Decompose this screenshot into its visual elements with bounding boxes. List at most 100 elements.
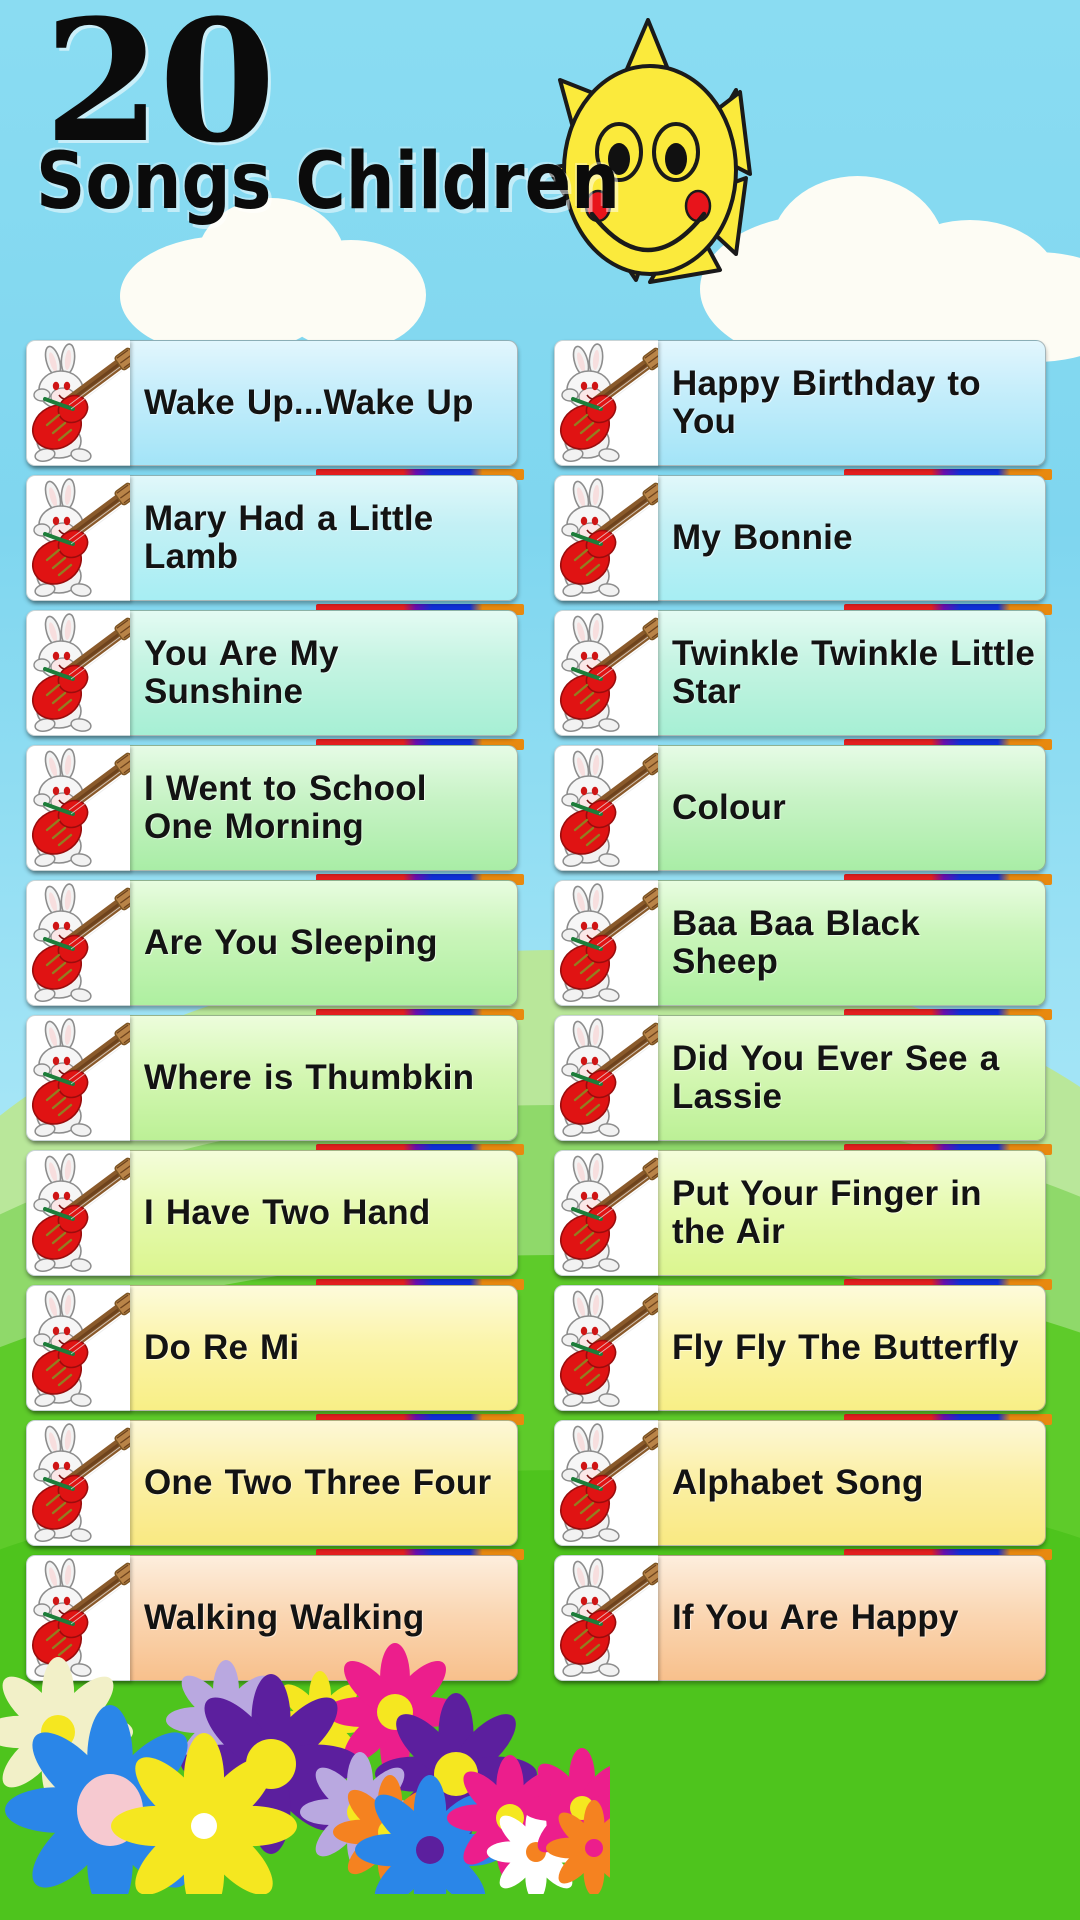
song-title: I Went to School One Morning [144, 768, 427, 846]
song-row: If You Are Happy [554, 1555, 1046, 1688]
song-title: Twinkle Twinkle Little Star [672, 633, 1035, 711]
song-thumbnail [26, 745, 130, 871]
song-row: Are You Sleeping [26, 880, 524, 1020]
song-thumbnail [554, 340, 658, 466]
cloud-icon [276, 240, 426, 350]
song-card-14[interactable]: Colour [554, 745, 1046, 871]
bunny-with-guitar-icon [560, 478, 658, 597]
bunny-with-guitar-icon [32, 613, 130, 732]
song-label[interactable]: Happy Birthday to You [658, 340, 1046, 466]
song-card-18[interactable]: Fly Fly The Butterfly [554, 1285, 1046, 1411]
title-words: Songs Children [36, 137, 621, 228]
song-row: Twinkle Twinkle Little Star [554, 610, 1052, 750]
song-title: Mary Had a Little Lamb [144, 498, 434, 576]
song-label[interactable]: Alphabet Song [658, 1420, 1046, 1546]
song-thumbnail [554, 610, 658, 736]
song-card-13[interactable]: Twinkle Twinkle Little Star [554, 610, 1046, 736]
title-number: 20 [44, 0, 276, 180]
song-label[interactable]: I Went to School One Morning [130, 745, 518, 871]
song-row: Wake Up...Wake Up [26, 340, 524, 480]
song-card-3[interactable]: You Are My Sunshine [26, 610, 518, 736]
song-title: My Bonnie [672, 517, 853, 557]
song-thumbnail [554, 880, 658, 1006]
song-title: You Are My Sunshine [144, 633, 339, 711]
song-card-17[interactable]: Put Your Finger in the Air [554, 1150, 1046, 1276]
page-title: 20 Songs Children [36, 0, 621, 228]
song-title: Fly Fly The Butterfly [672, 1327, 1019, 1367]
app-root: 20 Songs Children Wake Up...Wake Up Mary… [0, 0, 1080, 1920]
song-row: My Bonnie [554, 475, 1052, 615]
song-thumbnail [26, 880, 130, 1006]
song-label[interactable]: Put Your Finger in the Air [658, 1150, 1046, 1276]
song-card-1[interactable]: Wake Up...Wake Up [26, 340, 518, 466]
song-row: Colour [554, 745, 1052, 885]
song-card-9[interactable]: One Two Three Four [26, 1420, 518, 1546]
song-row: Where is Thumbkin [26, 1015, 524, 1155]
bunny-with-guitar-icon [32, 1153, 130, 1272]
song-label[interactable]: Do Re Mi [130, 1285, 518, 1411]
bunny-with-guitar-icon [560, 343, 658, 462]
flower-cluster-decoration [0, 1643, 610, 1894]
song-thumbnail [554, 1285, 658, 1411]
song-thumbnail [26, 1015, 130, 1141]
song-label[interactable]: Where is Thumbkin [130, 1015, 518, 1141]
song-title: Are You Sleeping [144, 922, 438, 962]
bunny-with-guitar-icon [560, 1423, 658, 1542]
song-label[interactable]: Wake Up...Wake Up [130, 340, 518, 466]
song-row: I Went to School One Morning [26, 745, 524, 885]
song-card-15[interactable]: Baa Baa Black Sheep [554, 880, 1046, 1006]
song-thumbnail [554, 1015, 658, 1141]
song-row: Happy Birthday to You [554, 340, 1052, 480]
song-label[interactable]: Twinkle Twinkle Little Star [658, 610, 1046, 736]
song-row: Fly Fly The Butterfly [554, 1285, 1052, 1425]
bunny-with-guitar-icon [560, 1153, 658, 1272]
song-card-2[interactable]: Mary Had a Little Lamb [26, 475, 518, 601]
song-card-12[interactable]: My Bonnie [554, 475, 1046, 601]
song-label[interactable]: If You Are Happy [658, 1555, 1046, 1681]
song-title: Wake Up...Wake Up [144, 382, 474, 422]
song-card-6[interactable]: Where is Thumbkin [26, 1015, 518, 1141]
song-thumbnail [26, 340, 130, 466]
bunny-with-guitar-icon [560, 883, 658, 1002]
song-row: Did You Ever See a Lassie [554, 1015, 1052, 1155]
song-row: You Are My Sunshine [26, 610, 524, 750]
song-card-19[interactable]: Alphabet Song [554, 1420, 1046, 1546]
song-title: Baa Baa Black Sheep [672, 903, 920, 981]
song-row: Baa Baa Black Sheep [554, 880, 1052, 1020]
song-card-20[interactable]: If You Are Happy [554, 1555, 1046, 1681]
song-row: Do Re Mi [26, 1285, 524, 1425]
bunny-with-guitar-icon [560, 1288, 658, 1407]
bunny-with-guitar-icon [32, 883, 130, 1002]
bunny-with-guitar-icon [32, 1288, 130, 1407]
song-card-16[interactable]: Did You Ever See a Lassie [554, 1015, 1046, 1141]
song-thumbnail [26, 1150, 130, 1276]
bunny-with-guitar-icon [560, 613, 658, 732]
song-card-11[interactable]: Happy Birthday to You [554, 340, 1046, 466]
song-title: Where is Thumbkin [144, 1057, 475, 1097]
song-label[interactable]: I Have Two Hand [130, 1150, 518, 1276]
song-label[interactable]: Are You Sleeping [130, 880, 518, 1006]
song-title: Do Re Mi [144, 1327, 300, 1367]
song-thumbnail [26, 1285, 130, 1411]
song-label[interactable]: Colour [658, 745, 1046, 871]
song-title: I Have Two Hand [144, 1192, 431, 1232]
song-row: Put Your Finger in the Air [554, 1150, 1052, 1290]
song-label[interactable]: Mary Had a Little Lamb [130, 475, 518, 601]
song-label[interactable]: One Two Three Four [130, 1420, 518, 1546]
song-title: Alphabet Song [672, 1462, 924, 1502]
song-card-7[interactable]: I Have Two Hand [26, 1150, 518, 1276]
song-card-4[interactable]: I Went to School One Morning [26, 745, 518, 871]
song-label[interactable]: My Bonnie [658, 475, 1046, 601]
song-label[interactable]: Baa Baa Black Sheep [658, 880, 1046, 1006]
song-label[interactable]: You Are My Sunshine [130, 610, 518, 736]
song-label[interactable]: Did You Ever See a Lassie [658, 1015, 1046, 1141]
song-column-left: Wake Up...Wake Up Mary Had a Little Lamb… [26, 340, 524, 1688]
song-thumbnail [26, 610, 130, 736]
song-card-5[interactable]: Are You Sleeping [26, 880, 518, 1006]
song-thumbnail [554, 745, 658, 871]
song-card-8[interactable]: Do Re Mi [26, 1285, 518, 1411]
song-thumbnail [26, 1420, 130, 1546]
song-label[interactable]: Fly Fly The Butterfly [658, 1285, 1046, 1411]
song-thumbnail [554, 1420, 658, 1546]
bunny-with-guitar-icon [32, 343, 130, 462]
